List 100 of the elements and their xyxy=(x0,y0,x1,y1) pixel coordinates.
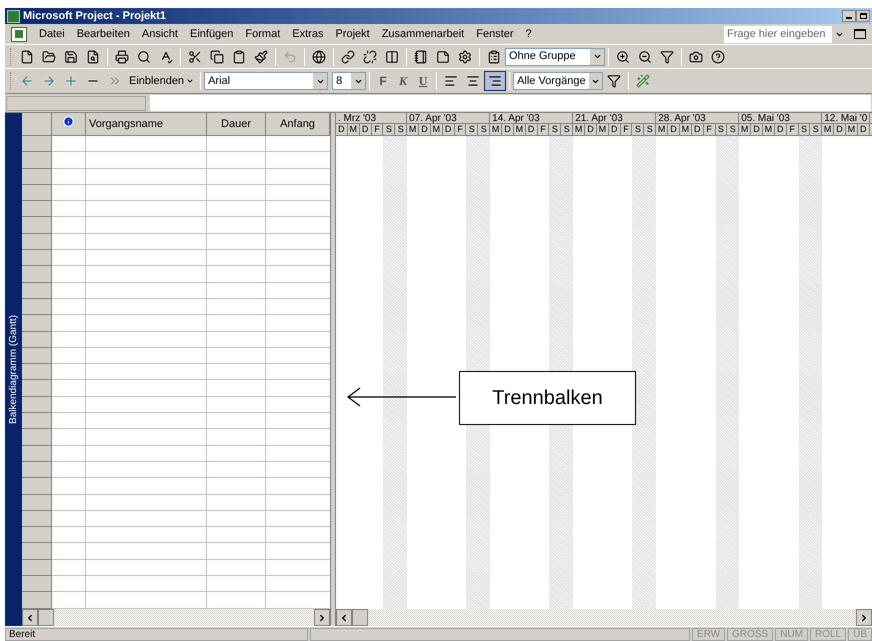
table-cell[interactable] xyxy=(86,298,207,316)
row-header[interactable] xyxy=(22,298,52,316)
menu-item[interactable]: ? xyxy=(520,26,538,42)
menu-item[interactable]: Zusammenarbeit xyxy=(376,26,470,42)
view-bar[interactable]: Balkendiagramm (Gantt) xyxy=(5,113,22,626)
menu-item[interactable]: Format xyxy=(239,26,286,42)
table-cell[interactable] xyxy=(52,315,86,332)
table-cell[interactable] xyxy=(207,396,266,414)
table-cell[interactable] xyxy=(86,576,207,592)
group-select[interactable]: Ohne Gruppe xyxy=(505,48,605,66)
table-cell[interactable] xyxy=(52,543,86,560)
table-cell[interactable] xyxy=(52,201,86,218)
table-cell[interactable] xyxy=(52,266,86,283)
table-cell[interactable] xyxy=(52,168,86,185)
table-cell[interactable] xyxy=(52,462,86,478)
table-cell[interactable] xyxy=(86,250,207,266)
row-header[interactable] xyxy=(22,446,52,462)
row-header[interactable] xyxy=(22,396,52,414)
table-cell[interactable] xyxy=(86,332,207,348)
row-header[interactable] xyxy=(22,348,52,364)
table-cell[interactable] xyxy=(86,413,207,430)
row-header[interactable] xyxy=(22,380,52,397)
table-cell[interactable] xyxy=(86,234,207,250)
table-cell[interactable] xyxy=(207,429,266,446)
table-cell[interactable] xyxy=(207,543,266,560)
document-icon[interactable] xyxy=(11,26,27,42)
table-cell[interactable] xyxy=(86,560,207,576)
table-cell[interactable] xyxy=(207,315,266,332)
row-header[interactable] xyxy=(22,413,52,430)
table-cell[interactable] xyxy=(86,429,207,446)
table-cell[interactable] xyxy=(207,184,266,202)
menu-item[interactable]: Einfügen xyxy=(184,26,240,42)
scroll-left-button[interactable] xyxy=(336,609,352,626)
table-cell[interactable] xyxy=(52,527,86,544)
row-header[interactable] xyxy=(22,136,52,152)
scroll-right-button[interactable] xyxy=(314,609,330,626)
table-cell[interactable] xyxy=(207,478,266,495)
row-header[interactable] xyxy=(22,184,52,202)
entry-field[interactable] xyxy=(150,95,871,111)
table-cell[interactable] xyxy=(207,380,266,397)
row-header[interactable] xyxy=(22,364,52,380)
table-cell[interactable] xyxy=(207,462,266,478)
table-cell[interactable] xyxy=(52,184,86,202)
table-cell[interactable] xyxy=(52,429,86,446)
table-cell[interactable] xyxy=(52,250,86,266)
table-cell[interactable] xyxy=(207,510,266,528)
table-cell[interactable] xyxy=(86,510,207,528)
font-select[interactable]: Arial xyxy=(204,72,328,90)
table-cell[interactable] xyxy=(207,413,266,430)
table-cell[interactable] xyxy=(52,136,86,152)
table-cell[interactable] xyxy=(52,510,86,528)
italic-button[interactable]: K xyxy=(393,72,414,90)
column-header[interactable]: Dauer xyxy=(207,113,266,135)
table-cell[interactable] xyxy=(207,364,266,380)
menu-item[interactable]: Extras xyxy=(286,26,330,42)
table-cell[interactable] xyxy=(207,168,266,185)
table-cell[interactable] xyxy=(52,282,86,299)
table-cell[interactable] xyxy=(52,364,86,380)
table-cell[interactable] xyxy=(86,136,207,152)
table-cell[interactable] xyxy=(52,152,86,169)
table-cell[interactable] xyxy=(52,413,86,430)
table-cell[interactable] xyxy=(86,348,207,364)
table-cell[interactable] xyxy=(86,364,207,380)
table-cell[interactable] xyxy=(207,136,266,152)
table-cell[interactable] xyxy=(86,543,207,560)
menu-item[interactable]: Bearbeiten xyxy=(70,26,136,42)
scrollbar-thumb[interactable] xyxy=(38,609,54,626)
table-cell[interactable] xyxy=(207,201,266,218)
table-cell[interactable] xyxy=(86,527,207,544)
table-cell[interactable] xyxy=(207,282,266,299)
row-header[interactable] xyxy=(22,332,52,348)
column-header[interactable]: Vorgangsname xyxy=(86,113,207,135)
table-cell[interactable] xyxy=(86,217,207,234)
table-cell[interactable] xyxy=(207,250,266,266)
row-header[interactable] xyxy=(22,201,52,218)
row-header[interactable] xyxy=(22,282,52,299)
table-cell[interactable] xyxy=(52,446,86,462)
table-cell[interactable] xyxy=(207,217,266,234)
menu-item[interactable]: Projekt xyxy=(329,26,376,42)
table-cell[interactable] xyxy=(86,201,207,218)
table-cell[interactable] xyxy=(52,494,86,511)
table-cell[interactable] xyxy=(86,462,207,478)
table-cell[interactable] xyxy=(86,152,207,169)
row-header[interactable] xyxy=(22,510,52,528)
table-cell[interactable] xyxy=(207,348,266,364)
row-header[interactable] xyxy=(22,168,52,185)
table-cell[interactable] xyxy=(207,266,266,283)
scroll-right-button[interactable] xyxy=(856,609,872,626)
table-cell[interactable] xyxy=(86,446,207,462)
row-header[interactable] xyxy=(22,527,52,544)
table-cell[interactable] xyxy=(86,380,207,397)
table-cell[interactable] xyxy=(86,315,207,332)
table-cell[interactable] xyxy=(86,282,207,299)
table-cell[interactable] xyxy=(207,576,266,592)
table-cell[interactable] xyxy=(52,576,86,592)
table-cell[interactable] xyxy=(52,348,86,364)
table-cell[interactable] xyxy=(52,478,86,495)
table-cell[interactable] xyxy=(86,494,207,511)
table-cell[interactable] xyxy=(86,184,207,202)
table-cell[interactable] xyxy=(86,396,207,414)
